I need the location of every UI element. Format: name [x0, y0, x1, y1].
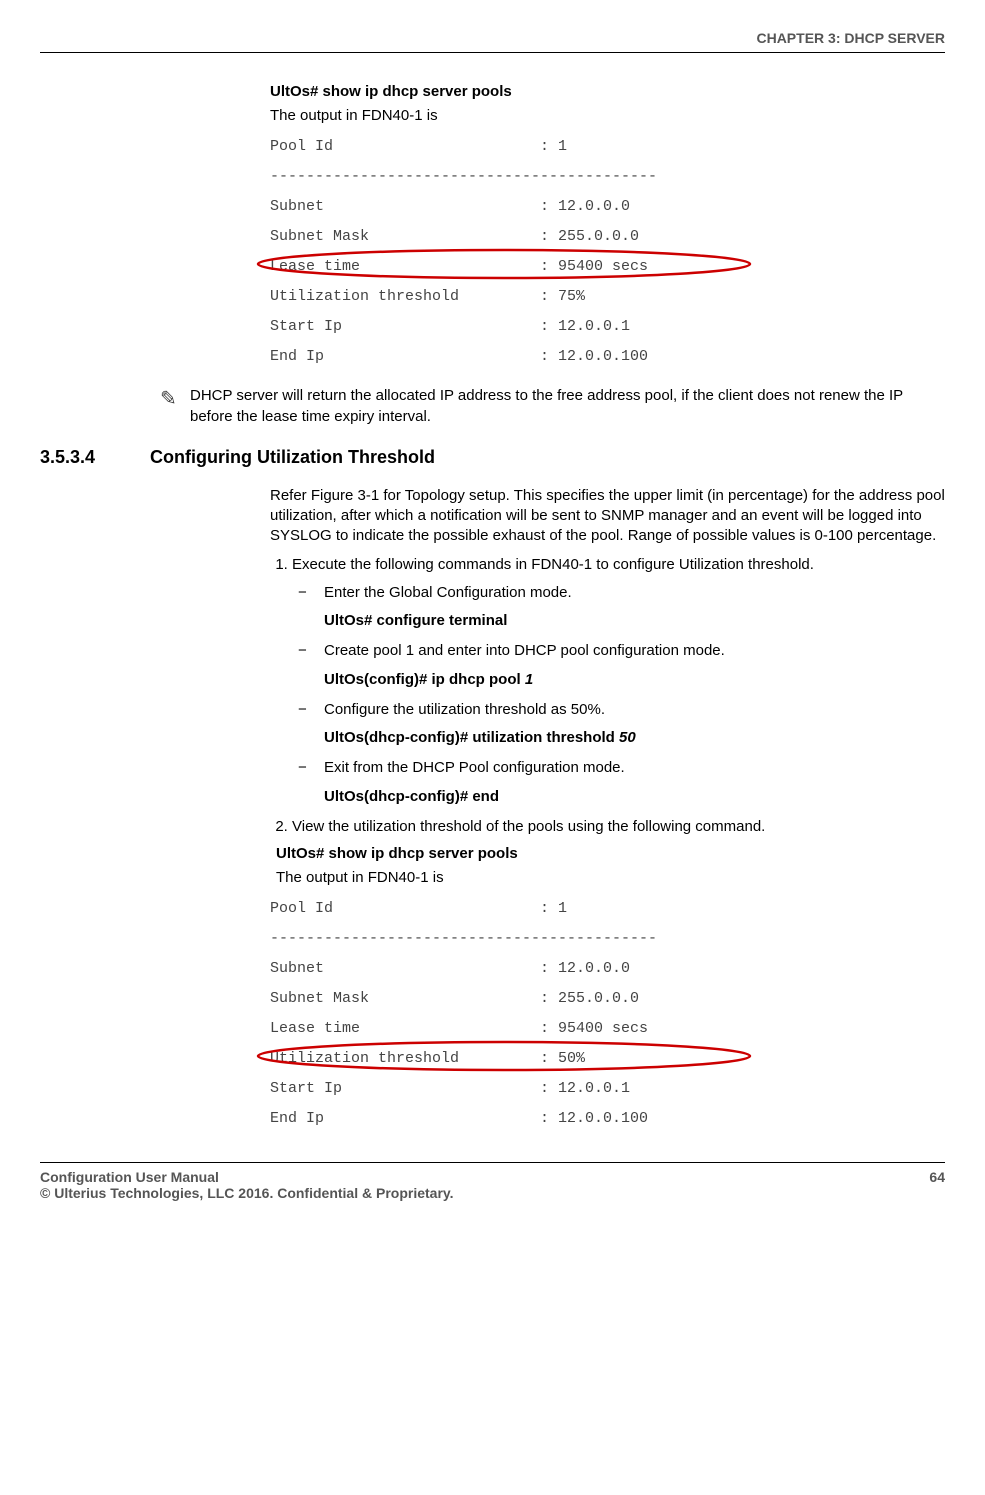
- note-block: ✎ DHCP server will return the allocated …: [160, 386, 945, 427]
- sub-command: UltOs(dhcp-config)# end: [324, 787, 945, 807]
- step-list: Execute the following commands in FDN40-…: [270, 555, 945, 838]
- step-item: Execute the following commands in FDN40-…: [292, 555, 945, 807]
- section-heading: 3.5.3.4 Configuring Utilization Threshol…: [40, 447, 945, 468]
- command-line: UltOs# show ip dhcp server pools: [276, 845, 945, 862]
- note-text: DHCP server will return the allocated IP…: [190, 386, 945, 427]
- footer-title: Configuration User Manual: [40, 1169, 454, 1185]
- command-arg: 50: [619, 729, 636, 746]
- section-intro: Refer Figure 3-1 for Topology setup. Thi…: [270, 486, 945, 547]
- section-body: Refer Figure 3-1 for Topology setup. Thi…: [270, 486, 945, 1135]
- substep-text: Create pool 1 and enter into DHCP pool c…: [324, 642, 725, 659]
- substep-list: Configure the utilization threshold as 5…: [292, 700, 945, 720]
- page-footer: Configuration User Manual © Ulterius Tec…: [40, 1162, 945, 1201]
- substep-item: Exit from the DHCP Pool configuration mo…: [298, 758, 945, 778]
- section-number: 3.5.3.4: [40, 447, 150, 468]
- output-intro: The output in FDN40-1 is: [270, 106, 945, 126]
- substep-list: Enter the Global Configuration mode.: [292, 583, 945, 603]
- step-text: Execute the following commands in FDN40-…: [292, 556, 814, 573]
- terminal-text: Pool Id : 1 ----------------------------…: [270, 132, 945, 372]
- substep-item: Enter the Global Configuration mode.: [298, 583, 945, 603]
- substep-text: Configure the utilization threshold as 5…: [324, 701, 605, 718]
- page-header: CHAPTER 3: DHCP SERVER: [40, 30, 945, 53]
- command-arg: 1: [525, 671, 533, 688]
- substep-item: Create pool 1 and enter into DHCP pool c…: [298, 641, 945, 661]
- sub-command: UltOs# configure terminal: [324, 611, 945, 631]
- substep-text: Enter the Global Configuration mode.: [324, 584, 572, 601]
- sub-command: UltOs(config)# ip dhcp pool 1: [324, 670, 945, 690]
- substep-item: Configure the utilization threshold as 5…: [298, 700, 945, 720]
- page-number: 64: [929, 1169, 945, 1201]
- terminal-text: Pool Id : 1 ----------------------------…: [270, 894, 945, 1134]
- substep-list: Create pool 1 and enter into DHCP pool c…: [292, 641, 945, 661]
- sub-command: UltOs(dhcp-config)# utilization threshol…: [324, 728, 945, 748]
- upper-block: UltOs# show ip dhcp server pools The out…: [270, 83, 945, 372]
- output-intro: The output in FDN40-1 is: [276, 868, 945, 888]
- footer-copyright: © Ulterius Technologies, LLC 2016. Confi…: [40, 1185, 454, 1201]
- step-item: View the utilization threshold of the po…: [292, 817, 945, 837]
- substep-list: Exit from the DHCP Pool configuration mo…: [292, 758, 945, 778]
- terminal-output-2: Pool Id : 1 ----------------------------…: [270, 894, 945, 1134]
- substep-text: Exit from the DHCP Pool configuration mo…: [324, 759, 625, 776]
- footer-left: Configuration User Manual © Ulterius Tec…: [40, 1169, 454, 1201]
- pencil-icon: ✎: [160, 386, 184, 411]
- step-text: View the utilization threshold of the po…: [292, 818, 765, 835]
- terminal-output-1: Pool Id : 1 ----------------------------…: [270, 132, 945, 372]
- command-line: UltOs# show ip dhcp server pools: [270, 83, 945, 100]
- section-title: Configuring Utilization Threshold: [150, 447, 435, 468]
